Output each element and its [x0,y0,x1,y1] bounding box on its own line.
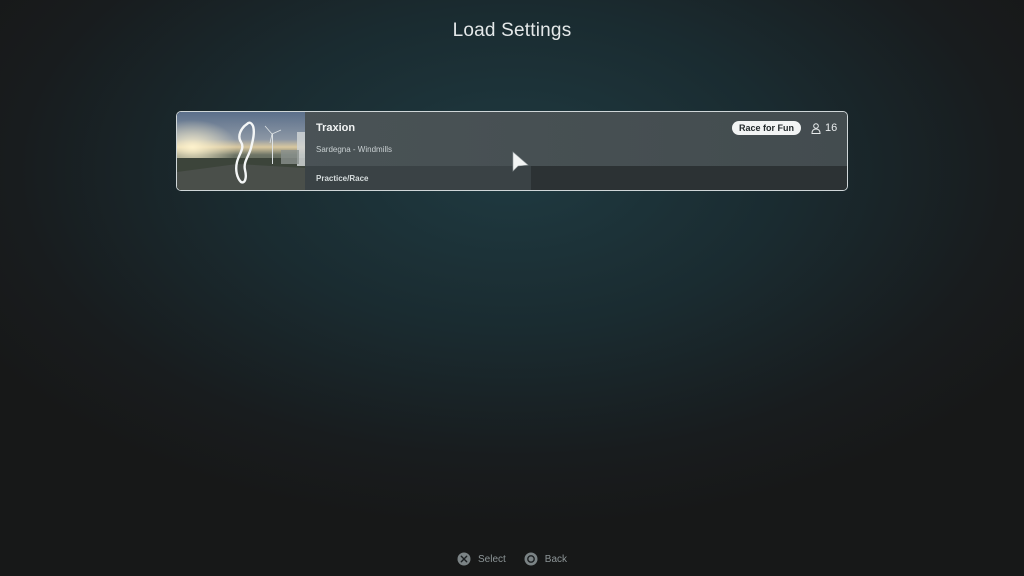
select-label: Select [477,553,506,565]
back-hint[interactable]: Back [524,552,567,566]
person-icon [811,122,821,134]
player-count: 16 [811,121,837,135]
race-type-badge: Race for Fun [732,121,802,135]
page-title: Load Settings [452,20,572,41]
back-label: Back [544,553,568,565]
footer-button-hints: Select Back [0,552,1024,566]
player-count-value: 16 [825,122,838,134]
setting-name: Traxion [316,122,356,134]
pointer-cursor-icon [512,151,529,172]
circle-button-icon [524,552,538,566]
session-mode: Practice/Race [316,174,369,183]
track-thumbnail [177,112,305,190]
cross-button-icon [457,552,471,566]
track-layout-thumbnail-icon [177,112,305,190]
track-name: Sardegna - Windmills [316,145,393,154]
select-hint[interactable]: Select [457,552,506,566]
